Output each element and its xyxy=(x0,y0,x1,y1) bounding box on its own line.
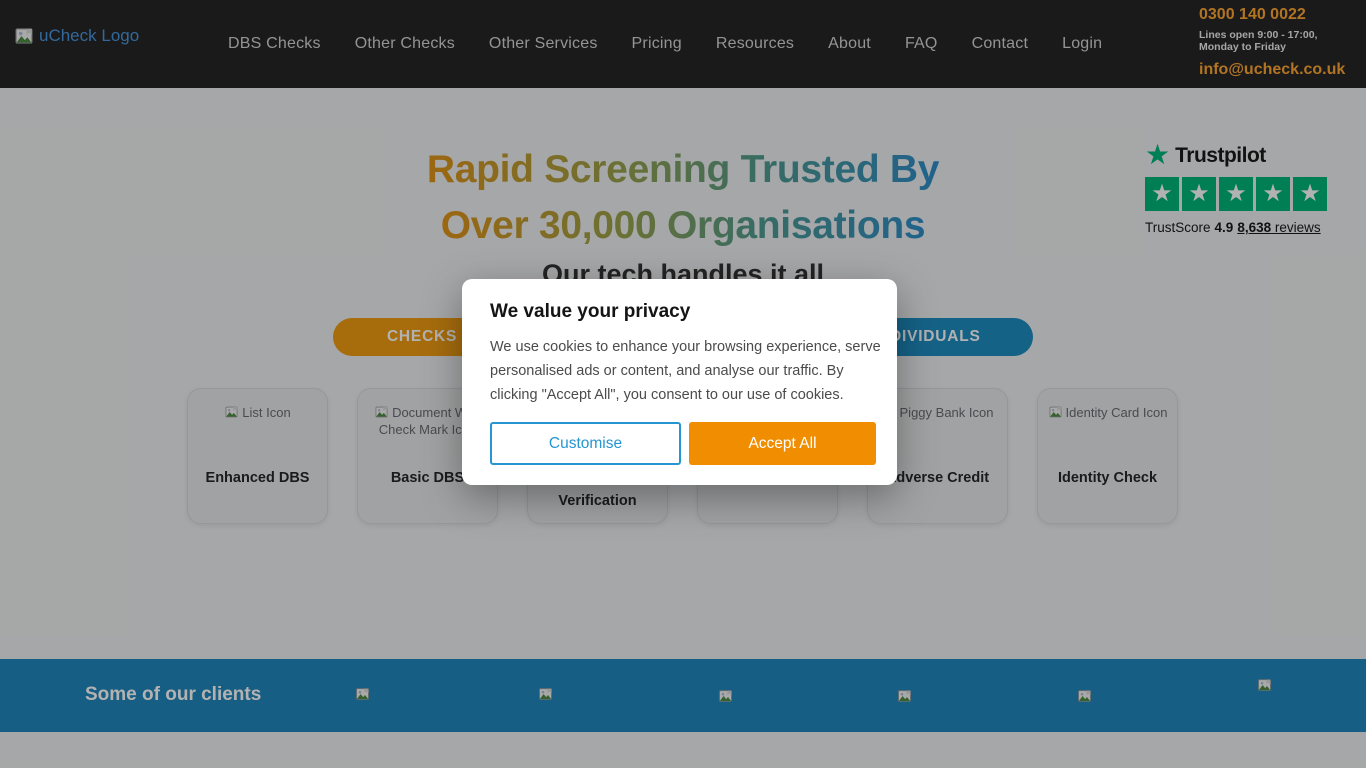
page: uCheck Logo DBS Checks Other Checks Othe… xyxy=(0,0,1366,768)
customise-button[interactable]: Customise xyxy=(490,422,681,465)
modal-actions: Customise Accept All xyxy=(490,422,876,465)
accept-all-button[interactable]: Accept All xyxy=(689,422,876,465)
modal-title: We value your privacy xyxy=(490,301,876,323)
modal-body-line1: We use cookies to enhance your browsing … xyxy=(490,335,876,359)
modal-body: We use cookies to enhance your browsing … xyxy=(490,335,876,407)
modal-body-line3: clicking "Accept All", you consent to ou… xyxy=(490,383,876,407)
modal-body-line2: personalised ads or content, and analyse… xyxy=(490,359,876,383)
cookie-consent-dialog: We value your privacy We use cookies to … xyxy=(462,279,897,485)
